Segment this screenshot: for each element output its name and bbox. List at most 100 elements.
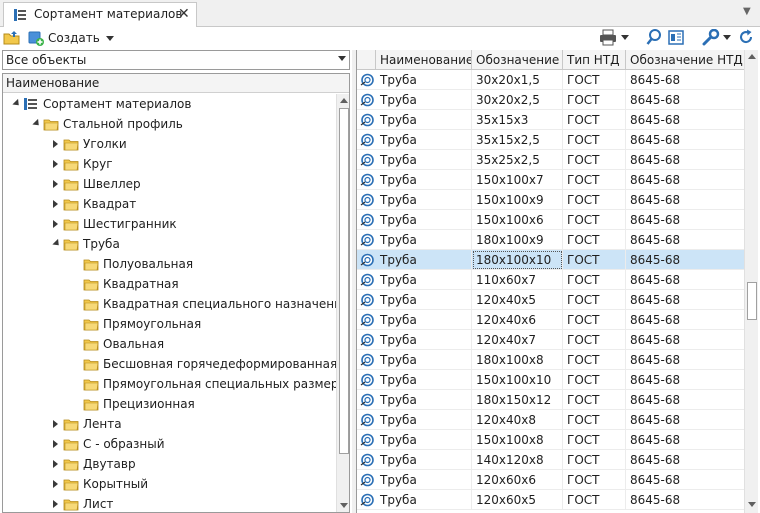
table-row[interactable]: Труба 30x20x2,5 ГОСТ 8645-68 (357, 90, 747, 110)
scroll-down-icon[interactable] (340, 503, 348, 508)
table-row[interactable]: Труба 35x15x2,5 ГОСТ 8645-68 (357, 130, 747, 150)
tree-node[interactable]: Лист (3, 494, 336, 512)
table-row[interactable]: Труба 120x60x5 ГОСТ 8645-68 (357, 490, 747, 510)
expand-arrow-icon[interactable] (53, 160, 58, 168)
folder-icon (83, 259, 99, 271)
folder-icon (63, 199, 79, 211)
cell-name: Труба (376, 410, 472, 430)
tree-node[interactable]: Прямоугольная специальных размеров (3, 374, 349, 394)
scroll-up-icon[interactable] (340, 98, 348, 103)
expand-arrow-icon[interactable] (53, 420, 58, 428)
tree-node[interactable]: Сортамент материалов (3, 94, 336, 114)
tree-node[interactable]: Квадрат (3, 194, 336, 214)
tree-node[interactable]: Полуовальная (3, 254, 336, 274)
tree-node[interactable]: Труба (3, 234, 336, 254)
object-filter-value: Все объекты (6, 53, 87, 67)
table-row[interactable]: Труба 35x25x2,5 ГОСТ 8645-68 (357, 150, 747, 170)
table-row[interactable]: Труба 120x40x8 ГОСТ 8645-68 (357, 410, 747, 430)
table-row[interactable]: Труба 150x100x6 ГОСТ 8645-68 (357, 210, 747, 230)
tree-node[interactable]: Круг (3, 154, 336, 174)
pipe-material-icon (360, 273, 374, 287)
close-icon[interactable]: ✕ (178, 7, 190, 21)
table-row[interactable]: Труба 150x100x10 ГОСТ 8645-68 (357, 370, 747, 390)
expand-arrow-icon[interactable] (53, 480, 58, 488)
cell-ntd-designation: 8645-68 (626, 310, 747, 330)
tab-list-menu-icon[interactable]: ▼ (743, 6, 751, 17)
tree-node[interactable]: Корытный (3, 474, 336, 494)
tree-node[interactable]: Швеллер (3, 174, 336, 194)
table-row[interactable]: Труба 120x40x6 ГОСТ 8645-68 (357, 310, 747, 330)
tree-node[interactable]: Овальная (3, 334, 336, 354)
table-row[interactable]: Труба 30x20x1,5 ГОСТ 8645-68 (357, 70, 747, 90)
tree-node[interactable]: Лента (3, 414, 336, 434)
table-row[interactable]: Труба 180x100x8 ГОСТ 8645-68 (357, 350, 747, 370)
pipe-material-icon (360, 353, 374, 367)
tree-node[interactable]: Квадратная специального назначения (3, 294, 349, 314)
collapse-arrow-icon[interactable] (32, 118, 42, 129)
cell-ntd-designation: 8645-68 (626, 170, 747, 190)
tree-node[interactable]: Двутавр (3, 454, 336, 474)
refresh-button[interactable] (738, 29, 754, 46)
tree-node[interactable]: Прецизионная (3, 394, 336, 414)
object-filter-select[interactable]: Все объекты (2, 50, 350, 70)
table-row[interactable]: Труба 35x15x3 ГОСТ 8645-68 (357, 110, 747, 130)
collapse-arrow-icon[interactable] (52, 238, 62, 249)
tree-node[interactable]: Уголки (3, 134, 336, 154)
collapse-arrow-icon[interactable] (12, 98, 22, 109)
tree-node[interactable]: Шестигранник (3, 214, 336, 234)
tree-node[interactable]: Квадратная (3, 274, 336, 294)
expand-arrow-icon[interactable] (53, 440, 58, 448)
expand-arrow-icon[interactable] (53, 500, 58, 508)
table-row[interactable]: Труба 120x60x6 ГОСТ 8645-68 (357, 470, 747, 490)
column-header-designation[interactable]: Обозначение (472, 50, 563, 70)
grid-header: Наименование Обозначение Тип НТД Обознач… (357, 50, 747, 70)
print-button[interactable] (598, 29, 629, 46)
table-row[interactable]: Труба 180x100x9 ГОСТ 8645-68 (357, 230, 747, 250)
tree-node-label: Лента (83, 417, 122, 431)
grid-scrollbar-thumb[interactable] (747, 282, 757, 320)
expand-arrow-icon[interactable] (53, 180, 58, 188)
column-header-ntd-type[interactable]: Тип НТД (563, 50, 626, 70)
scroll-down-icon[interactable] (748, 502, 756, 507)
expand-arrow-icon[interactable] (53, 140, 58, 148)
catalog-icon (24, 98, 37, 110)
cell-ntd-type: ГОСТ (563, 250, 626, 270)
tree-node-label: Полуовальная (103, 257, 194, 271)
settings-button[interactable] (702, 29, 731, 46)
tree-node[interactable]: С - образный (3, 434, 336, 454)
table-row[interactable]: Труба 150x100x9 ГОСТ 8645-68 (357, 190, 747, 210)
pipe-material-icon (360, 453, 374, 467)
folder-icon (63, 219, 79, 231)
expand-arrow-icon[interactable] (53, 220, 58, 228)
expand-arrow-icon[interactable] (53, 200, 58, 208)
cell-ntd-type: ГОСТ (563, 150, 626, 170)
table-row[interactable]: Труба 180x100x10 ГОСТ 8645-68 (357, 250, 747, 270)
tab-sortament[interactable]: Сортамент материалов ✕ (3, 2, 197, 27)
grid-scrollbar[interactable] (744, 50, 758, 513)
folder-icon (83, 359, 99, 371)
create-button[interactable]: Создать (27, 30, 114, 46)
column-header-name[interactable]: Наименование (376, 50, 472, 70)
expand-arrow-icon[interactable] (53, 460, 58, 468)
table-row[interactable]: Труба 120x40x5 ГОСТ 8645-68 (357, 290, 747, 310)
table-row[interactable]: Труба 120x40x7 ГОСТ 8645-68 (357, 330, 747, 350)
tree-node[interactable]: Стальной профиль (3, 114, 336, 134)
column-header-ntd-designation[interactable]: Обозначение НТД (626, 50, 747, 70)
table-row[interactable]: Труба 180x150x12 ГОСТ 8645-68 (357, 390, 747, 410)
open-folder-button[interactable] (3, 30, 21, 46)
pipe-material-icon (360, 233, 374, 247)
table-row[interactable]: Труба 150x100x8 ГОСТ 8645-68 (357, 430, 747, 450)
tree-scrollbar-thumb[interactable] (339, 108, 349, 454)
tree-node[interactable]: Прямоугольная (3, 314, 336, 334)
cell-ntd-designation: 8645-68 (626, 410, 747, 430)
table-row[interactable]: Труба 110x60x7 ГОСТ 8645-68 (357, 270, 747, 290)
table-row[interactable]: Труба 140x120x8 ГОСТ 8645-68 (357, 450, 747, 470)
tree-column-header[interactable]: Наименование (3, 74, 349, 93)
tree-scrollbar[interactable] (336, 94, 349, 512)
tree-node[interactable]: Бесшовная горячедеформированная (3, 354, 337, 374)
cell-name: Труба (376, 350, 472, 370)
table-row[interactable]: Труба 150x100x7 ГОСТ 8645-68 (357, 170, 747, 190)
search-button[interactable] (646, 29, 662, 46)
properties-panel-button[interactable] (668, 30, 684, 45)
scroll-up-icon[interactable] (748, 54, 756, 59)
